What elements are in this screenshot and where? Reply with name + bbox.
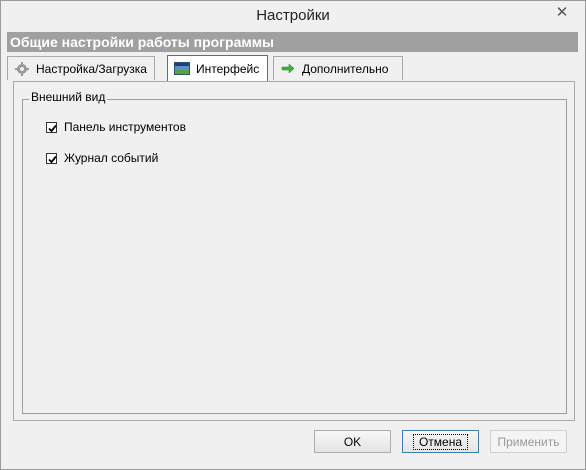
tab-panel-interface: Внешний вид Панель инструментов Журнал с… — [13, 81, 575, 421]
window-title: Настройки — [256, 7, 330, 24]
toolbar-checkbox-label: Панель инструментов — [64, 120, 186, 134]
cancel-button[interactable]: Отмена — [402, 430, 479, 453]
appearance-group — [22, 99, 567, 414]
tab-setup-load[interactable]: Настройка/Загрузка — [7, 56, 155, 80]
appearance-group-legend: Внешний вид — [29, 90, 108, 104]
close-icon: ✕ — [555, 4, 569, 21]
ok-button[interactable]: OK — [314, 430, 391, 453]
tab-interface[interactable]: Интерфейс — [167, 55, 268, 81]
interface-image-icon — [174, 62, 190, 75]
tab-label: Настройка/Загрузка — [36, 61, 147, 76]
toolbar-checkbox[interactable] — [46, 121, 57, 133]
title-bar[interactable]: Настройки ✕ — [1, 1, 585, 31]
checkmark-icon — [48, 124, 57, 132]
tab-label: Интерфейс — [196, 61, 260, 76]
tab-additional[interactable]: Дополнительно — [273, 56, 403, 80]
settings-window: Настройки ✕ Общие настройки работы прогр… — [0, 0, 586, 470]
page-title: Общие настройки работы программы — [7, 32, 578, 52]
tab-label: Дополнительно — [302, 61, 389, 76]
apply-button[interactable]: Применить — [490, 430, 567, 453]
arrow-right-icon — [280, 62, 296, 75]
checkmark-icon — [48, 155, 57, 163]
journal-checkbox-label: Журнал событий — [64, 151, 159, 165]
toolbar-checkbox-row[interactable]: Панель инструментов — [46, 119, 186, 135]
gear-icon — [14, 62, 30, 76]
journal-checkbox-row[interactable]: Журнал событий — [46, 150, 158, 166]
close-button[interactable]: ✕ — [551, 3, 573, 21]
journal-checkbox[interactable] — [46, 152, 57, 164]
cancel-button-label: Отмена — [412, 433, 469, 450]
